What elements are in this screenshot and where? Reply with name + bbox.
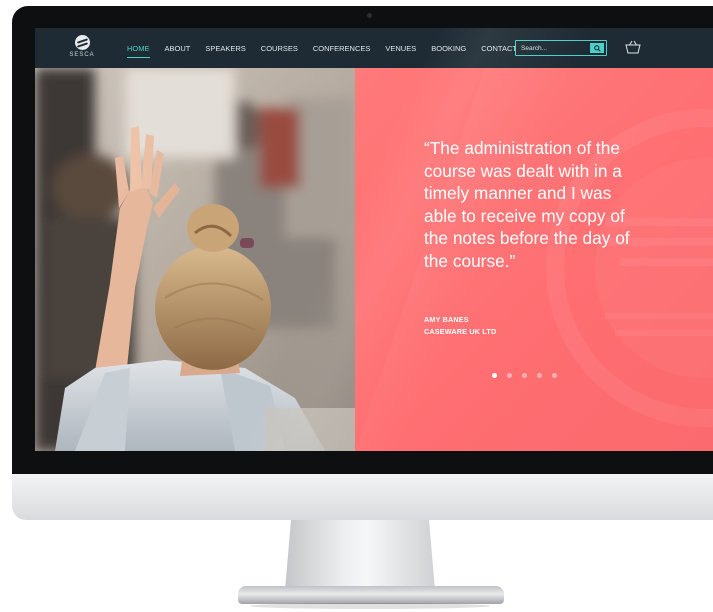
carousel-pagination <box>492 373 567 378</box>
carousel-dot-2[interactable] <box>507 373 512 378</box>
nav-item-venues[interactable]: VENUES <box>385 44 416 53</box>
top-navigation-bar: SESCA HOME ABOUT SPEAKERS COURSES CONFER… <box>35 28 713 68</box>
basket-icon <box>625 40 641 54</box>
hero-photo <box>35 68 355 451</box>
nav-item-speakers[interactable]: SPEAKERS <box>205 44 245 53</box>
monitor-chin <box>12 474 713 520</box>
nav-item-home[interactable]: HOME <box>127 44 150 58</box>
nav-item-booking[interactable]: BOOKING <box>431 44 466 53</box>
testimonial-section: “The administration of the course was de… <box>355 68 713 451</box>
student-raising-hand-image <box>35 68 355 451</box>
carousel-dot-4[interactable] <box>537 373 542 378</box>
carousel-dot-3[interactable] <box>522 373 527 378</box>
carousel-dot-5[interactable] <box>552 373 557 378</box>
testimonial-company: CASEWARE UK LTD <box>424 327 497 336</box>
website-screen: SESCA HOME ABOUT SPEAKERS COURSES CONFER… <box>35 28 713 451</box>
testimonial-quote: “The administration of the course was de… <box>424 138 630 271</box>
logo-icon <box>74 35 90 50</box>
search-button[interactable] <box>590 43 604 53</box>
search-box <box>515 40 607 56</box>
nav-item-about[interactable]: ABOUT <box>165 44 191 53</box>
nav-menu: HOME ABOUT SPEAKERS COURSES CONFERENCES … <box>127 28 532 68</box>
brand-logo[interactable]: SESCA <box>68 35 96 65</box>
carousel-dot-1[interactable] <box>492 373 497 378</box>
testimonial-author: AMY BANES <box>424 315 469 324</box>
nav-item-conferences[interactable]: CONFERENCES <box>313 44 371 53</box>
stand-shadow <box>250 603 490 609</box>
search-input[interactable] <box>516 42 587 54</box>
search-icon <box>593 44 601 52</box>
nav-item-contact[interactable]: CONTACT <box>481 44 517 53</box>
brand-name: SESCA <box>69 52 95 58</box>
nav-item-courses[interactable]: COURSES <box>261 44 298 53</box>
basket-button[interactable] <box>625 40 641 54</box>
monitor-stand <box>285 520 435 590</box>
camera-icon <box>367 13 372 18</box>
monitor-stand-base <box>238 586 504 604</box>
